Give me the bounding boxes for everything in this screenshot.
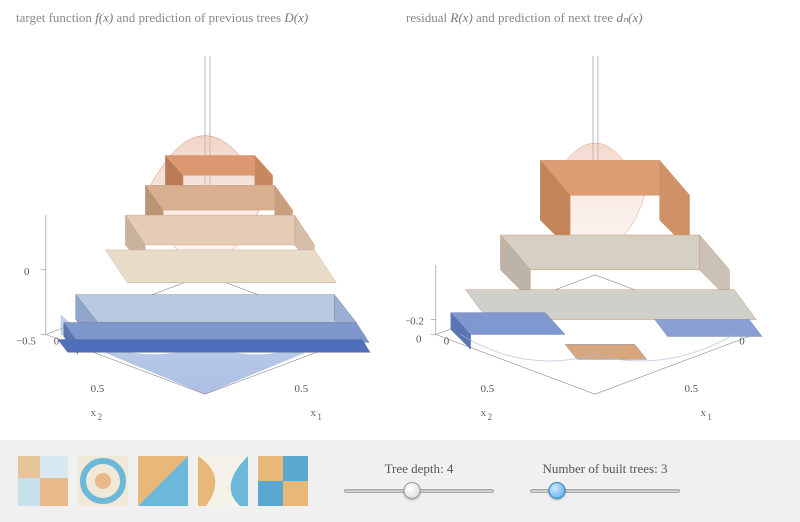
main-plot-row: target function f(x) and prediction of p… (0, 0, 800, 440)
left-plot-title: target function f(x) and prediction of p… (16, 10, 394, 26)
right-x2-tick: 0.5 (481, 383, 495, 395)
thumb-fn-3[interactable] (138, 456, 188, 506)
tree-depth-slider[interactable] (344, 481, 494, 501)
right-x1-sub: 1 (707, 412, 711, 422)
thumb-fn-5[interactable] (258, 456, 308, 506)
num-trees-slider[interactable] (530, 481, 680, 501)
right-x1-tick: 0.5 (685, 383, 699, 395)
right-title-mid: and prediction of next tree (473, 10, 617, 25)
left-z-tick-1: −0.5 (16, 335, 36, 347)
function-thumbnails (18, 456, 308, 506)
right-x2-label: x (481, 407, 487, 419)
left-x2-tick: 0.5 (91, 383, 105, 395)
left-x2-label: x (91, 407, 97, 419)
right-x1-label: x (700, 407, 706, 419)
num-trees-control: Number of built trees: 3 (530, 461, 680, 501)
left-title-fn2: D(x) (284, 10, 308, 25)
right-x1-zero: 0 (739, 335, 745, 347)
right-z-tick-0: −0.2 (406, 316, 424, 328)
right-x2-zero: 0 (444, 335, 450, 347)
left-title-prefix: target function (16, 10, 95, 25)
right-title-prefix: residual (406, 10, 450, 25)
right-plot-title: residual R(x) and prediction of next tre… (406, 10, 784, 26)
tree-depth-control: Tree depth: 4 (344, 461, 494, 501)
left-x2-zero: 0 (54, 335, 60, 347)
right-z-tick-1: 0 (416, 333, 422, 345)
left-x2-sub: 2 (98, 412, 102, 422)
right-plot-panel: residual R(x) and prediction of next tre… (400, 10, 790, 440)
right-x2-sub: 2 (488, 412, 492, 422)
tree-depth-label: Tree depth: 4 (385, 461, 454, 477)
left-title-fn1: f(x) (95, 10, 113, 25)
thumb-fn-2[interactable] (78, 456, 128, 506)
left-z-tick-0: 0 (24, 266, 30, 278)
thumb-fn-4[interactable] (198, 456, 248, 506)
right-title-fn2: dₙ(x) (616, 10, 642, 25)
left-x1-tick: 0.5 (295, 383, 309, 395)
num-trees-label: Number of built trees: 3 (543, 461, 668, 477)
left-x1-sub: 1 (317, 412, 321, 422)
right-title-fn1: R(x) (450, 10, 472, 25)
left-plot-3d[interactable]: 0 −0.5 0.5 0.5 0 0 x 2 x 1 (16, 30, 394, 440)
controls-bar: Tree depth: 4 Number of built trees: 3 (0, 440, 800, 522)
slider-knob[interactable] (403, 482, 420, 499)
slider-knob[interactable] (549, 482, 566, 499)
left-plot-panel: target function f(x) and prediction of p… (10, 10, 400, 440)
thumb-fn-1[interactable] (18, 456, 68, 506)
right-plot-3d[interactable]: −0.2 0 0.5 0.5 0 0 x 2 x 1 (406, 30, 784, 440)
left-title-mid: and prediction of previous trees (113, 10, 284, 25)
left-x1-label: x (310, 407, 316, 419)
